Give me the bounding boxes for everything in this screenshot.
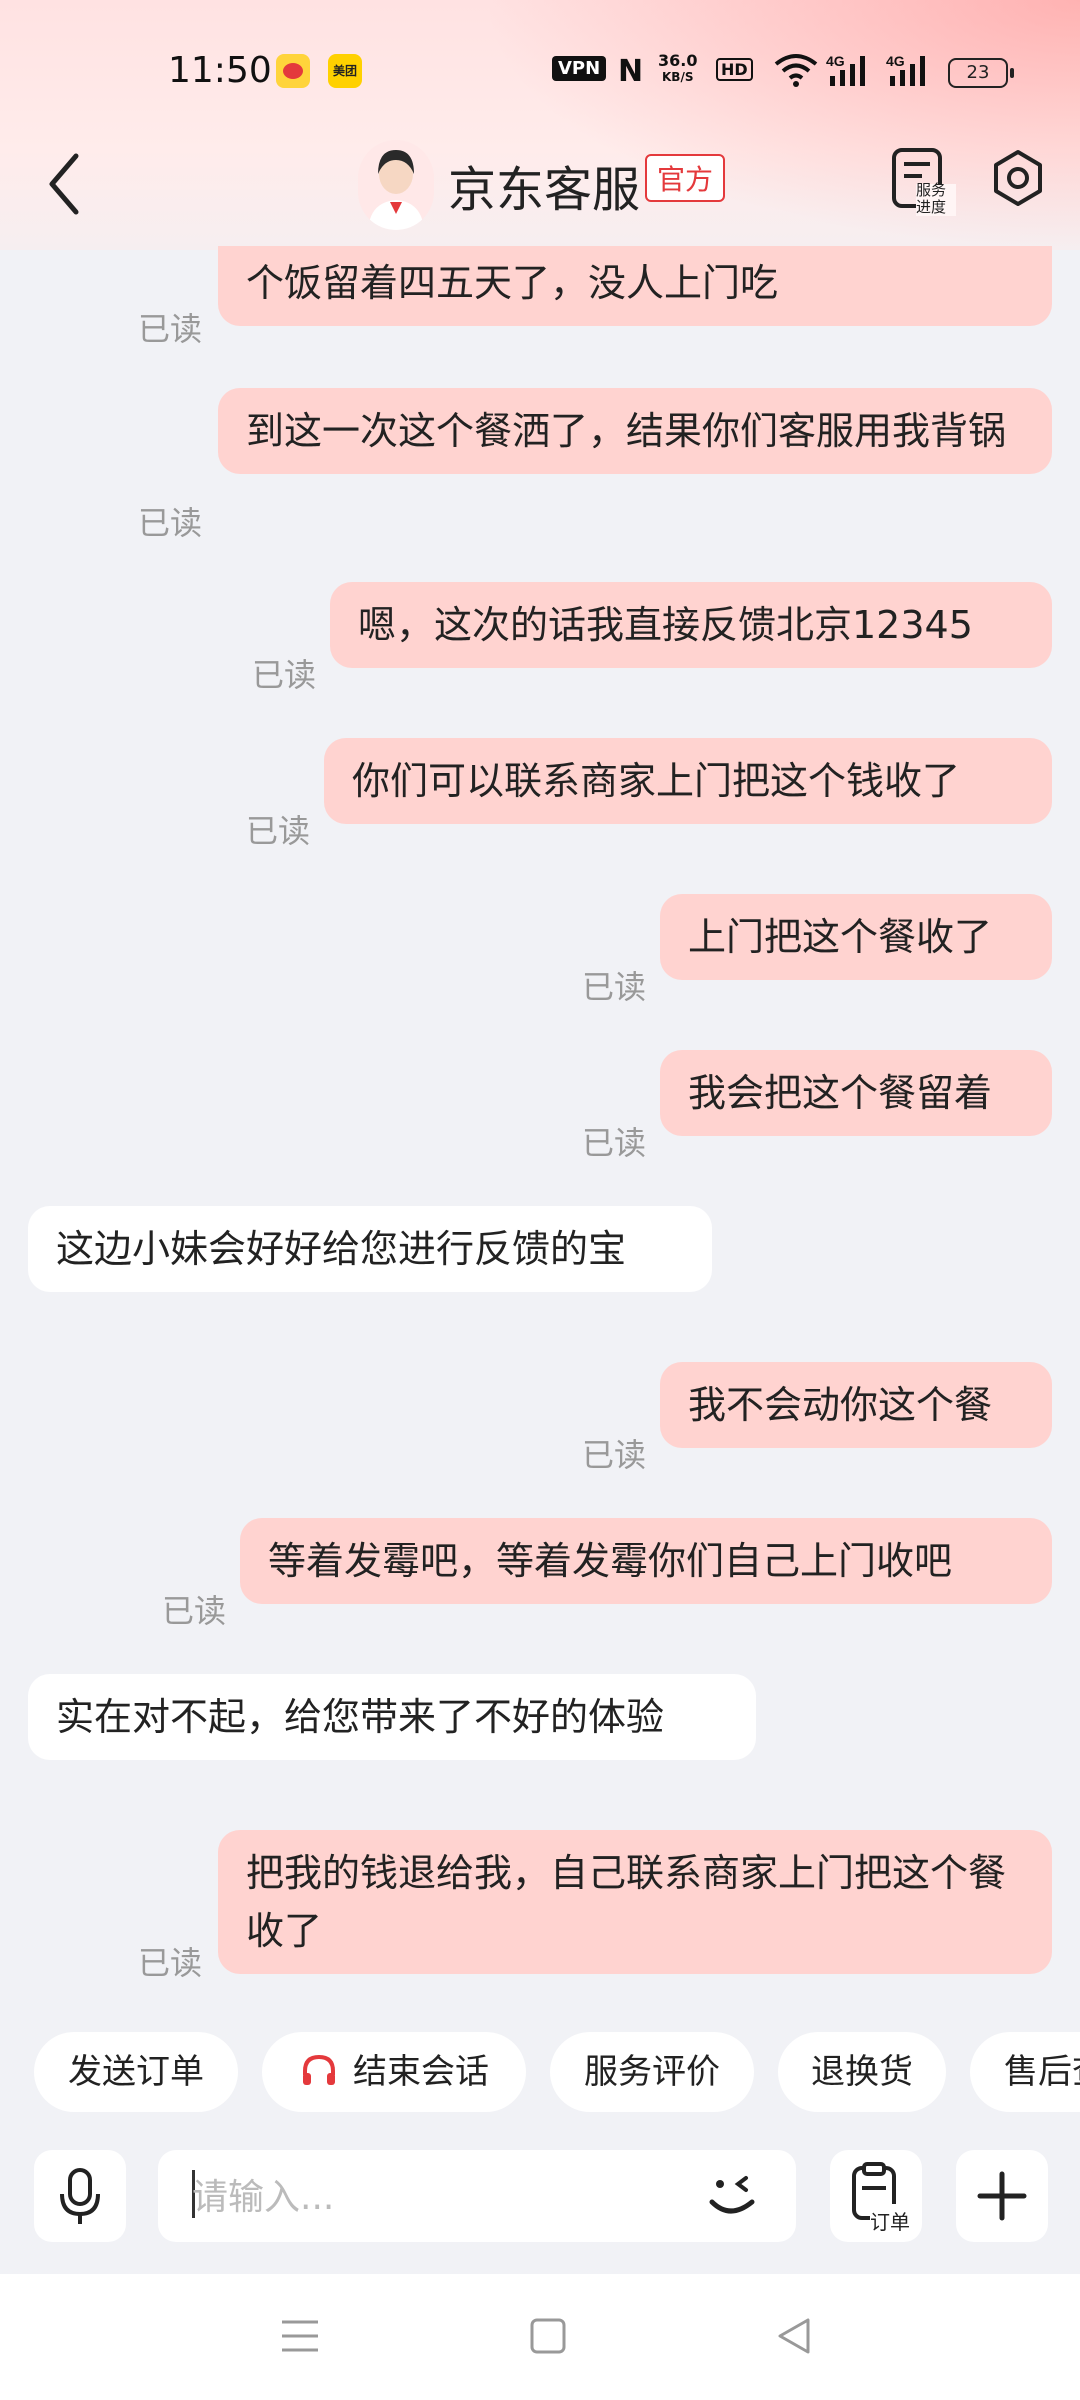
send-order-label: 发送订单 bbox=[68, 2052, 204, 2092]
message-outgoing[interactable]: 们不赔偿也可以，你们把那个饭吃了，结果那个饭留着四五天了，没人上门吃 bbox=[218, 246, 1052, 326]
read-status: 已读 bbox=[246, 812, 311, 850]
service-progress-label: 服务进度 bbox=[916, 181, 947, 216]
after-sales-label: 售后查 bbox=[1004, 2052, 1080, 2092]
microphone-icon bbox=[60, 2168, 100, 2224]
signal-4g-icon: 4G bbox=[826, 52, 876, 92]
message-outgoing[interactable]: 上门把这个餐收了 bbox=[660, 894, 1052, 980]
wifi-icon bbox=[774, 54, 818, 87]
signal-4g-label-2: 4G bbox=[886, 53, 905, 69]
return-exchange-label: 退换货 bbox=[811, 2052, 913, 2092]
back-nav-icon[interactable] bbox=[774, 2316, 814, 2356]
message-outgoing[interactable]: 嗯，这次的话我直接反馈北京12345 bbox=[330, 582, 1052, 668]
network-speed: 36.0 KB/S bbox=[658, 51, 698, 85]
message-outgoing[interactable]: 我会把这个餐留着 bbox=[660, 1050, 1052, 1136]
chevron-left-icon bbox=[49, 153, 79, 215]
read-status: 已读 bbox=[138, 310, 203, 348]
status-time: 11:50 bbox=[168, 50, 272, 91]
wink-emoji-icon bbox=[709, 2176, 755, 2214]
home-icon[interactable] bbox=[528, 2316, 568, 2356]
meituan-icon: 美团 bbox=[328, 54, 362, 88]
settings-icon bbox=[994, 150, 1042, 206]
settings-button[interactable] bbox=[988, 146, 1048, 216]
message-outgoing[interactable]: 你们可以联系商家上门把这个钱收了 bbox=[324, 738, 1052, 824]
end-session-chip[interactable]: 结束会话 bbox=[262, 2032, 526, 2112]
page-title: 京东客服 bbox=[448, 162, 641, 218]
chat-header: 京东客服 官方 服务进度 bbox=[0, 140, 1080, 246]
headset-icon bbox=[303, 2054, 335, 2085]
weibo-icon bbox=[276, 54, 310, 88]
plus-button[interactable] bbox=[956, 2150, 1048, 2242]
message-incoming[interactable]: 实在对不起，给您带来了不好的体验 bbox=[28, 1674, 756, 1760]
read-status: 已读 bbox=[582, 1436, 647, 1474]
service-rating-label: 服务评价 bbox=[584, 2052, 720, 2092]
message-outgoing[interactable]: 到这一次这个餐洒了，结果你们客服用我背锅 bbox=[218, 388, 1052, 474]
read-status: 已读 bbox=[582, 1124, 647, 1162]
service-progress-button[interactable]: 服务进度 bbox=[890, 146, 956, 216]
vpn-badge: VPN bbox=[552, 56, 607, 81]
agent-avatar bbox=[358, 140, 434, 230]
system-navigation-bar bbox=[0, 2274, 1080, 2400]
menu-icon[interactable] bbox=[280, 2316, 320, 2356]
input-bar: 请输入... 订单 bbox=[0, 2146, 1080, 2246]
message-outgoing[interactable]: 等着发霉吧，等着发霉你们自己上门收吧 bbox=[240, 1518, 1052, 1604]
message-incoming[interactable]: 这边小妹会好好给您进行反馈的宝 bbox=[28, 1206, 712, 1292]
message-input-placeholder: 请输入... bbox=[192, 2177, 335, 2218]
message-input[interactable]: 请输入... bbox=[158, 2150, 796, 2242]
end-session-label: 结束会话 bbox=[353, 2052, 489, 2092]
service-rating-chip[interactable]: 服务评价 bbox=[550, 2032, 754, 2112]
read-status: 已读 bbox=[252, 656, 317, 694]
read-status: 已读 bbox=[162, 1592, 227, 1630]
signal-4g-icon-2: 4G bbox=[886, 52, 936, 92]
battery-indicator: 23 bbox=[948, 58, 1014, 88]
return-exchange-chip[interactable]: 退换货 bbox=[778, 2032, 946, 2112]
quick-actions: 发送订单 结束会话 服务评价 退换货 售后查 bbox=[0, 2032, 1080, 2116]
plus-icon bbox=[977, 2171, 1027, 2221]
order-button[interactable]: 订单 bbox=[830, 2150, 922, 2242]
network-speed-value: 36.0 bbox=[658, 51, 698, 70]
read-status: 已读 bbox=[138, 1944, 203, 1982]
read-status: 已读 bbox=[582, 968, 647, 1006]
official-badge: 官方 bbox=[645, 154, 726, 202]
voice-button[interactable] bbox=[34, 2150, 126, 2242]
back-button[interactable] bbox=[40, 144, 120, 234]
nfc-icon: N bbox=[618, 54, 644, 89]
signal-4g-label: 4G bbox=[826, 53, 845, 69]
status-bar: 11:50 美团 VPN N 36.0 KB/S HD 4G 4G 23 bbox=[0, 0, 1080, 140]
order-label: 订单 bbox=[870, 2210, 910, 2234]
emoji-button[interactable] bbox=[698, 2160, 768, 2230]
hd-icon: HD bbox=[716, 58, 753, 81]
read-status: 已读 bbox=[138, 504, 203, 542]
send-order-chip[interactable]: 发送订单 bbox=[34, 2032, 238, 2112]
message-outgoing[interactable]: 我不会动你这个餐 bbox=[660, 1362, 1052, 1448]
network-speed-unit: KB/S bbox=[662, 70, 694, 84]
after-sales-chip[interactable]: 售后查 bbox=[970, 2032, 1080, 2112]
chat-messages[interactable]: 们不赔偿也可以，你们把那个饭吃了，结果那个饭留着四五天了，没人上门吃 已读 到这… bbox=[0, 246, 1080, 1986]
message-outgoing[interactable]: 把我的钱退给我，自己联系商家上门把这个餐收了 bbox=[218, 1830, 1052, 1974]
